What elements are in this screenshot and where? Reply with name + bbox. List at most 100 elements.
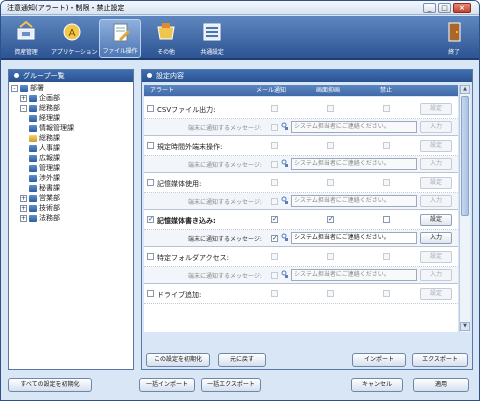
setting-button[interactable]: 設定: [420, 177, 452, 189]
alert-enable-checkbox[interactable]: [147, 142, 154, 149]
screen-checkbox[interactable]: [327, 179, 334, 186]
import-button[interactable]: インポート: [352, 353, 406, 367]
init-setting-button[interactable]: この設定を初期化: [146, 353, 210, 367]
notify-message-field[interactable]: システム担当者にご連絡ください。: [291, 158, 417, 170]
tree-node[interactable]: + 営業部: [20, 194, 60, 203]
mail-checkbox[interactable]: [271, 179, 278, 186]
toolbar-common-settings-button[interactable]: 共通設定: [191, 19, 233, 58]
notify-message-field[interactable]: システム担当者にご連絡ください。: [291, 269, 417, 281]
notify-message-field[interactable]: システム担当者にご連絡ください。: [291, 195, 417, 207]
toolbar-label: ファイル操作: [102, 48, 138, 55]
notify-checkbox[interactable]: ✓: [271, 235, 278, 242]
tree-node[interactable]: - 部署: [11, 84, 44, 93]
tree-node[interactable]: 総務課: [29, 134, 60, 143]
tree-node[interactable]: 情報管理課: [29, 124, 74, 133]
mail-checkbox[interactable]: [271, 253, 278, 260]
mail-checkbox[interactable]: [271, 105, 278, 112]
cancel-button[interactable]: キャンセル: [351, 378, 403, 392]
exit-button[interactable]: 終了: [433, 19, 475, 58]
bulk-export-button[interactable]: 一括エクスポート: [201, 378, 261, 392]
message-settings-icon[interactable]: [281, 122, 289, 131]
expand-icon[interactable]: +: [20, 204, 27, 212]
group-icon: [29, 94, 37, 102]
tree-node[interactable]: + 法務部: [20, 214, 60, 223]
undo-button[interactable]: 元に戻す: [218, 353, 266, 367]
expand-icon[interactable]: +: [20, 214, 27, 222]
mail-checkbox[interactable]: ✓: [271, 216, 278, 223]
input-button[interactable]: 入力: [420, 232, 452, 244]
tree-node[interactable]: + 企画部: [20, 94, 60, 103]
notify-checkbox[interactable]: [271, 161, 278, 168]
vertical-scrollbar[interactable]: ▲ ▼: [459, 85, 470, 332]
setting-button[interactable]: 設定: [420, 214, 452, 226]
tree-node[interactable]: + 技術部: [20, 204, 60, 213]
tree-node[interactable]: 経理課: [29, 114, 60, 123]
scroll-thumb[interactable]: [461, 96, 469, 216]
door-exit-icon: [448, 22, 461, 42]
other-icon: [157, 23, 175, 40]
alert-enable-checkbox[interactable]: [147, 105, 154, 112]
tree-node[interactable]: 秘書課: [29, 184, 60, 193]
alert-enable-checkbox[interactable]: [147, 290, 154, 297]
screen-checkbox[interactable]: [327, 105, 334, 112]
minimize-button[interactable]: _: [423, 3, 436, 13]
input-button[interactable]: 入力: [420, 195, 452, 207]
reset-all-button[interactable]: すべての設定を初期化: [8, 378, 92, 392]
message-settings-icon[interactable]: [281, 196, 289, 205]
setting-button[interactable]: 設定: [420, 288, 452, 300]
toolbar-other-button[interactable]: その他: [145, 19, 187, 58]
input-button[interactable]: 入力: [420, 158, 452, 170]
scroll-up-icon[interactable]: ▲: [460, 85, 470, 94]
alert-enable-checkbox[interactable]: ✓: [147, 216, 154, 223]
maximize-button[interactable]: □: [438, 3, 451, 13]
application-icon: A: [63, 23, 81, 41]
tree-node[interactable]: 広報課: [29, 154, 60, 163]
setting-button[interactable]: 設定: [420, 103, 452, 115]
setting-button[interactable]: 設定: [420, 140, 452, 152]
input-button[interactable]: 入力: [420, 269, 452, 281]
ban-checkbox[interactable]: [383, 253, 390, 260]
mail-checkbox[interactable]: [271, 142, 278, 149]
toolbar-file-operation-button[interactable]: ファイル操作: [99, 19, 141, 58]
notify-checkbox[interactable]: [271, 272, 278, 279]
message-settings-icon[interactable]: [281, 233, 289, 242]
expand-icon[interactable]: +: [20, 194, 27, 202]
close-button[interactable]: ×: [453, 3, 471, 13]
notify-message-field[interactable]: システム担当者にご連絡ください。: [291, 121, 417, 133]
notify-checkbox[interactable]: [271, 124, 278, 131]
screen-checkbox[interactable]: [327, 290, 334, 297]
alert-enable-checkbox[interactable]: [147, 253, 154, 260]
tree-node[interactable]: - 総務部: [20, 104, 60, 113]
ban-checkbox[interactable]: [383, 179, 390, 186]
notify-message-field[interactable]: システム担当者にご連絡ください。: [291, 232, 417, 244]
tree-node[interactable]: 管理課: [29, 164, 60, 173]
alert-enable-checkbox[interactable]: [147, 179, 154, 186]
message-settings-icon[interactable]: [281, 270, 289, 279]
collapse-icon[interactable]: -: [11, 84, 18, 92]
message-row: 端末に通知するメッセージ: ✓ システム担当者にご連絡ください。 入力: [144, 230, 458, 247]
mail-checkbox[interactable]: [271, 290, 278, 297]
ban-checkbox[interactable]: [383, 216, 390, 223]
export-button[interactable]: エクスポート: [412, 353, 468, 367]
expand-icon[interactable]: +: [20, 94, 27, 102]
ban-checkbox[interactable]: [383, 105, 390, 112]
message-settings-icon[interactable]: [281, 159, 289, 168]
scroll-down-icon[interactable]: ▼: [460, 322, 470, 331]
tree-node[interactable]: 人事課: [29, 144, 60, 153]
apply-button[interactable]: 適用: [413, 378, 469, 392]
input-button[interactable]: 入力: [420, 121, 452, 133]
bulk-import-button[interactable]: 一括インポート: [139, 378, 195, 392]
setting-button[interactable]: 設定: [420, 251, 452, 263]
tree-node[interactable]: 渉外課: [29, 174, 60, 183]
screen-checkbox[interactable]: [327, 142, 334, 149]
toolbar-asset-management-button[interactable]: 資産管理: [5, 19, 47, 58]
screen-checkbox[interactable]: [327, 253, 334, 260]
notify-checkbox[interactable]: [271, 198, 278, 205]
group-panel-title: グループ一覧: [9, 70, 133, 82]
collapse-icon[interactable]: -: [20, 104, 27, 112]
ban-checkbox[interactable]: [383, 290, 390, 297]
toolbar: 資産管理 A アプリケーション ファイル操作 その他 共通設定 終了: [1, 16, 479, 60]
ban-checkbox[interactable]: [383, 142, 390, 149]
screen-checkbox[interactable]: ✓: [327, 216, 334, 223]
toolbar-application-button[interactable]: A アプリケーション: [51, 19, 97, 58]
